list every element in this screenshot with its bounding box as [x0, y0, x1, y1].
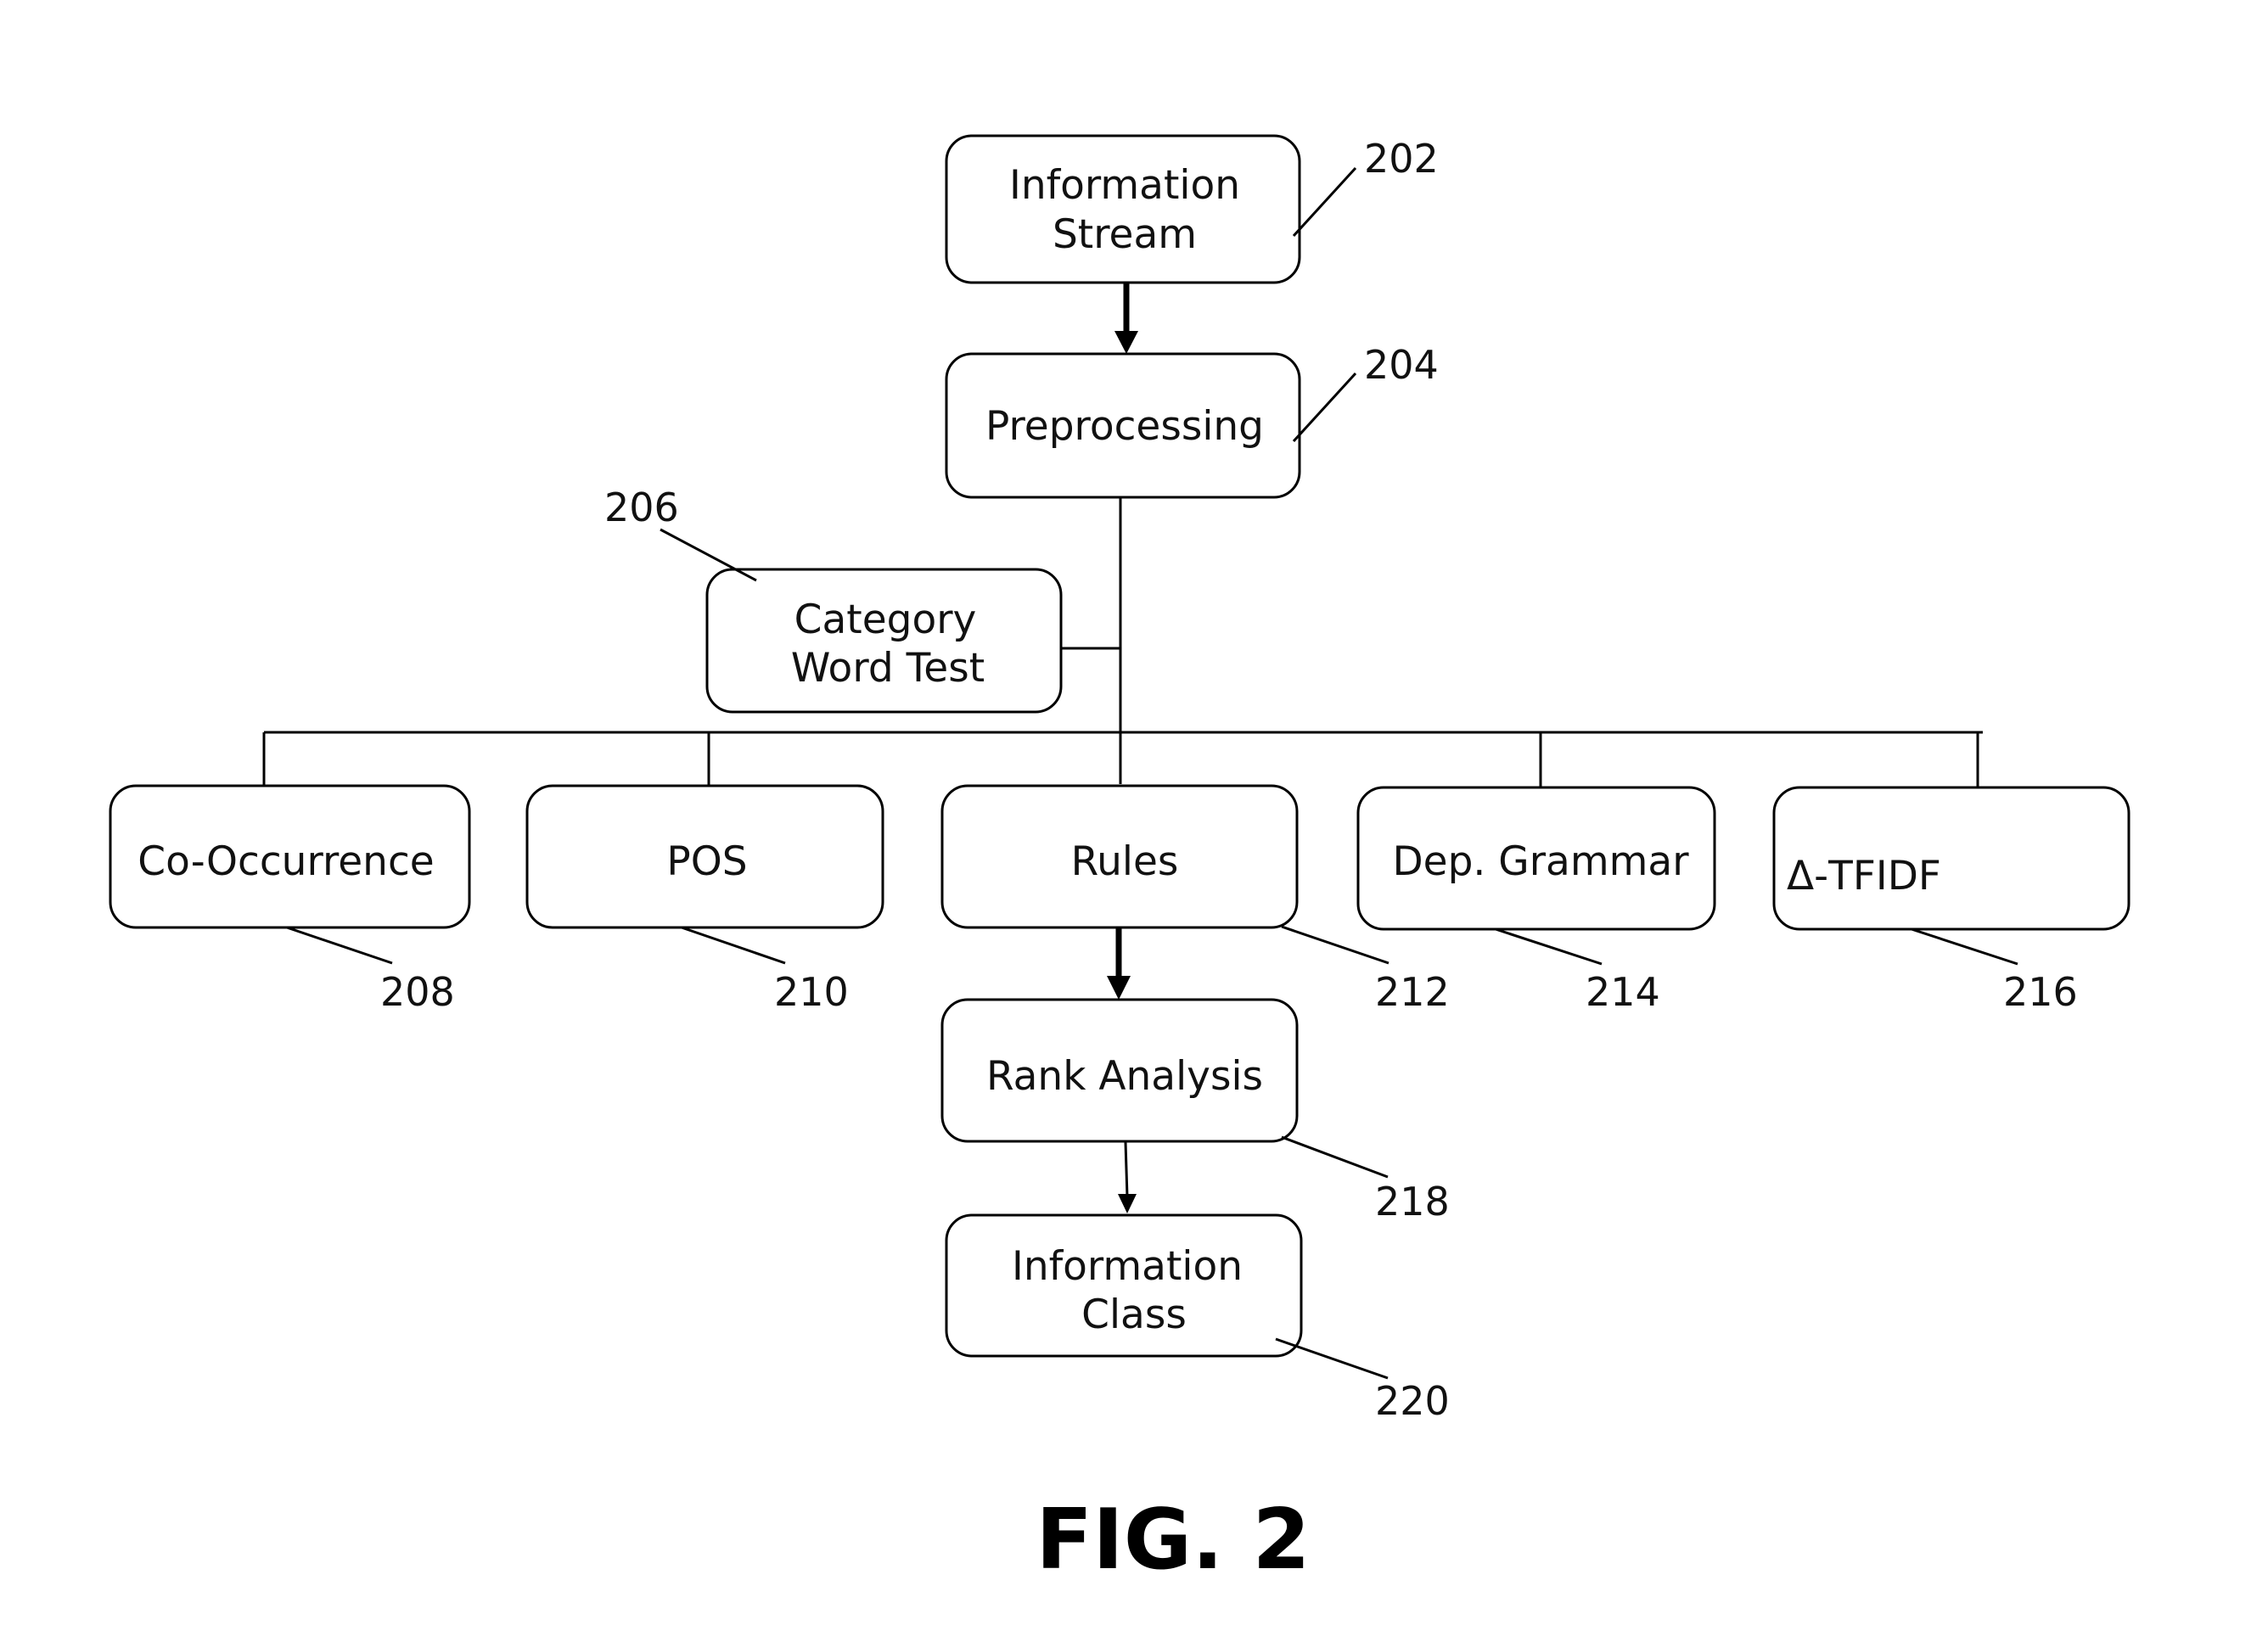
node-206-label-line-2: Word Test — [791, 645, 985, 692]
node-216: Δ-TFIDF — [1772, 786, 2130, 931]
arrowhead-218-220 — [1118, 1194, 1137, 1213]
leader-202 — [1292, 166, 1357, 238]
ref-216: 216 — [2003, 969, 2078, 1015]
leader-204 — [1292, 372, 1357, 443]
reference-leaders — [286, 166, 2018, 1380]
node-216-label: Δ-TFIDF — [1787, 853, 1941, 899]
edge-218-220 — [1124, 1141, 1129, 1197]
node-212: Rules — [940, 784, 1299, 929]
leader-212 — [1281, 925, 1389, 965]
node-208: Co-Occurrence — [109, 784, 471, 929]
node-206-label-line-1: Category — [794, 597, 977, 643]
leader-210 — [681, 926, 786, 965]
node-206: Category Word Test — [705, 568, 1063, 714]
leader-220 — [1275, 1337, 1389, 1380]
node-202: Information Stream — [945, 134, 1301, 284]
ref-210: 210 — [774, 969, 849, 1015]
arrowhead-202-204 — [1114, 331, 1138, 354]
ref-214: 214 — [1586, 969, 1660, 1015]
node-218: Rank Analysis — [940, 998, 1299, 1143]
node-204-label: Preprocessing — [985, 403, 1264, 450]
node-220-label-line-2: Class — [1081, 1292, 1187, 1338]
node-210-label: POS — [666, 838, 747, 885]
ref-212: 212 — [1375, 969, 1450, 1015]
ref-202: 202 — [1364, 136, 1439, 182]
leader-214 — [1495, 927, 1603, 966]
flow-diagram: Information Stream Preprocessing Categor… — [109, 134, 2130, 1589]
node-210: POS — [525, 784, 884, 929]
ref-208: 208 — [380, 969, 455, 1015]
node-208-label: Co-Occurrence — [138, 838, 434, 885]
ref-218: 218 — [1375, 1179, 1450, 1224]
leader-216 — [1911, 927, 2018, 966]
node-218-label: Rank Analysis — [986, 1053, 1263, 1100]
leader-218 — [1281, 1135, 1389, 1179]
node-220: Information Class — [945, 1213, 1303, 1358]
arrowhead-212-218 — [1107, 976, 1131, 1000]
node-212-label: Rules — [1071, 838, 1179, 885]
leader-208 — [286, 926, 393, 965]
node-202-label-line-2: Stream — [1053, 211, 1197, 258]
leader-206 — [660, 528, 757, 582]
node-204: Preprocessing — [945, 352, 1301, 499]
ref-204: 204 — [1364, 342, 1439, 388]
figure-caption: FIG. 2 — [1036, 1492, 1310, 1589]
node-220-label-line-1: Information — [1012, 1243, 1243, 1290]
ref-220: 220 — [1375, 1378, 1450, 1424]
node-202-label-line-1: Information — [1009, 162, 1240, 209]
ref-206: 206 — [604, 485, 679, 530]
node-214: Dep. Grammar — [1356, 786, 1716, 931]
node-214-label: Dep. Grammar — [1392, 838, 1689, 885]
